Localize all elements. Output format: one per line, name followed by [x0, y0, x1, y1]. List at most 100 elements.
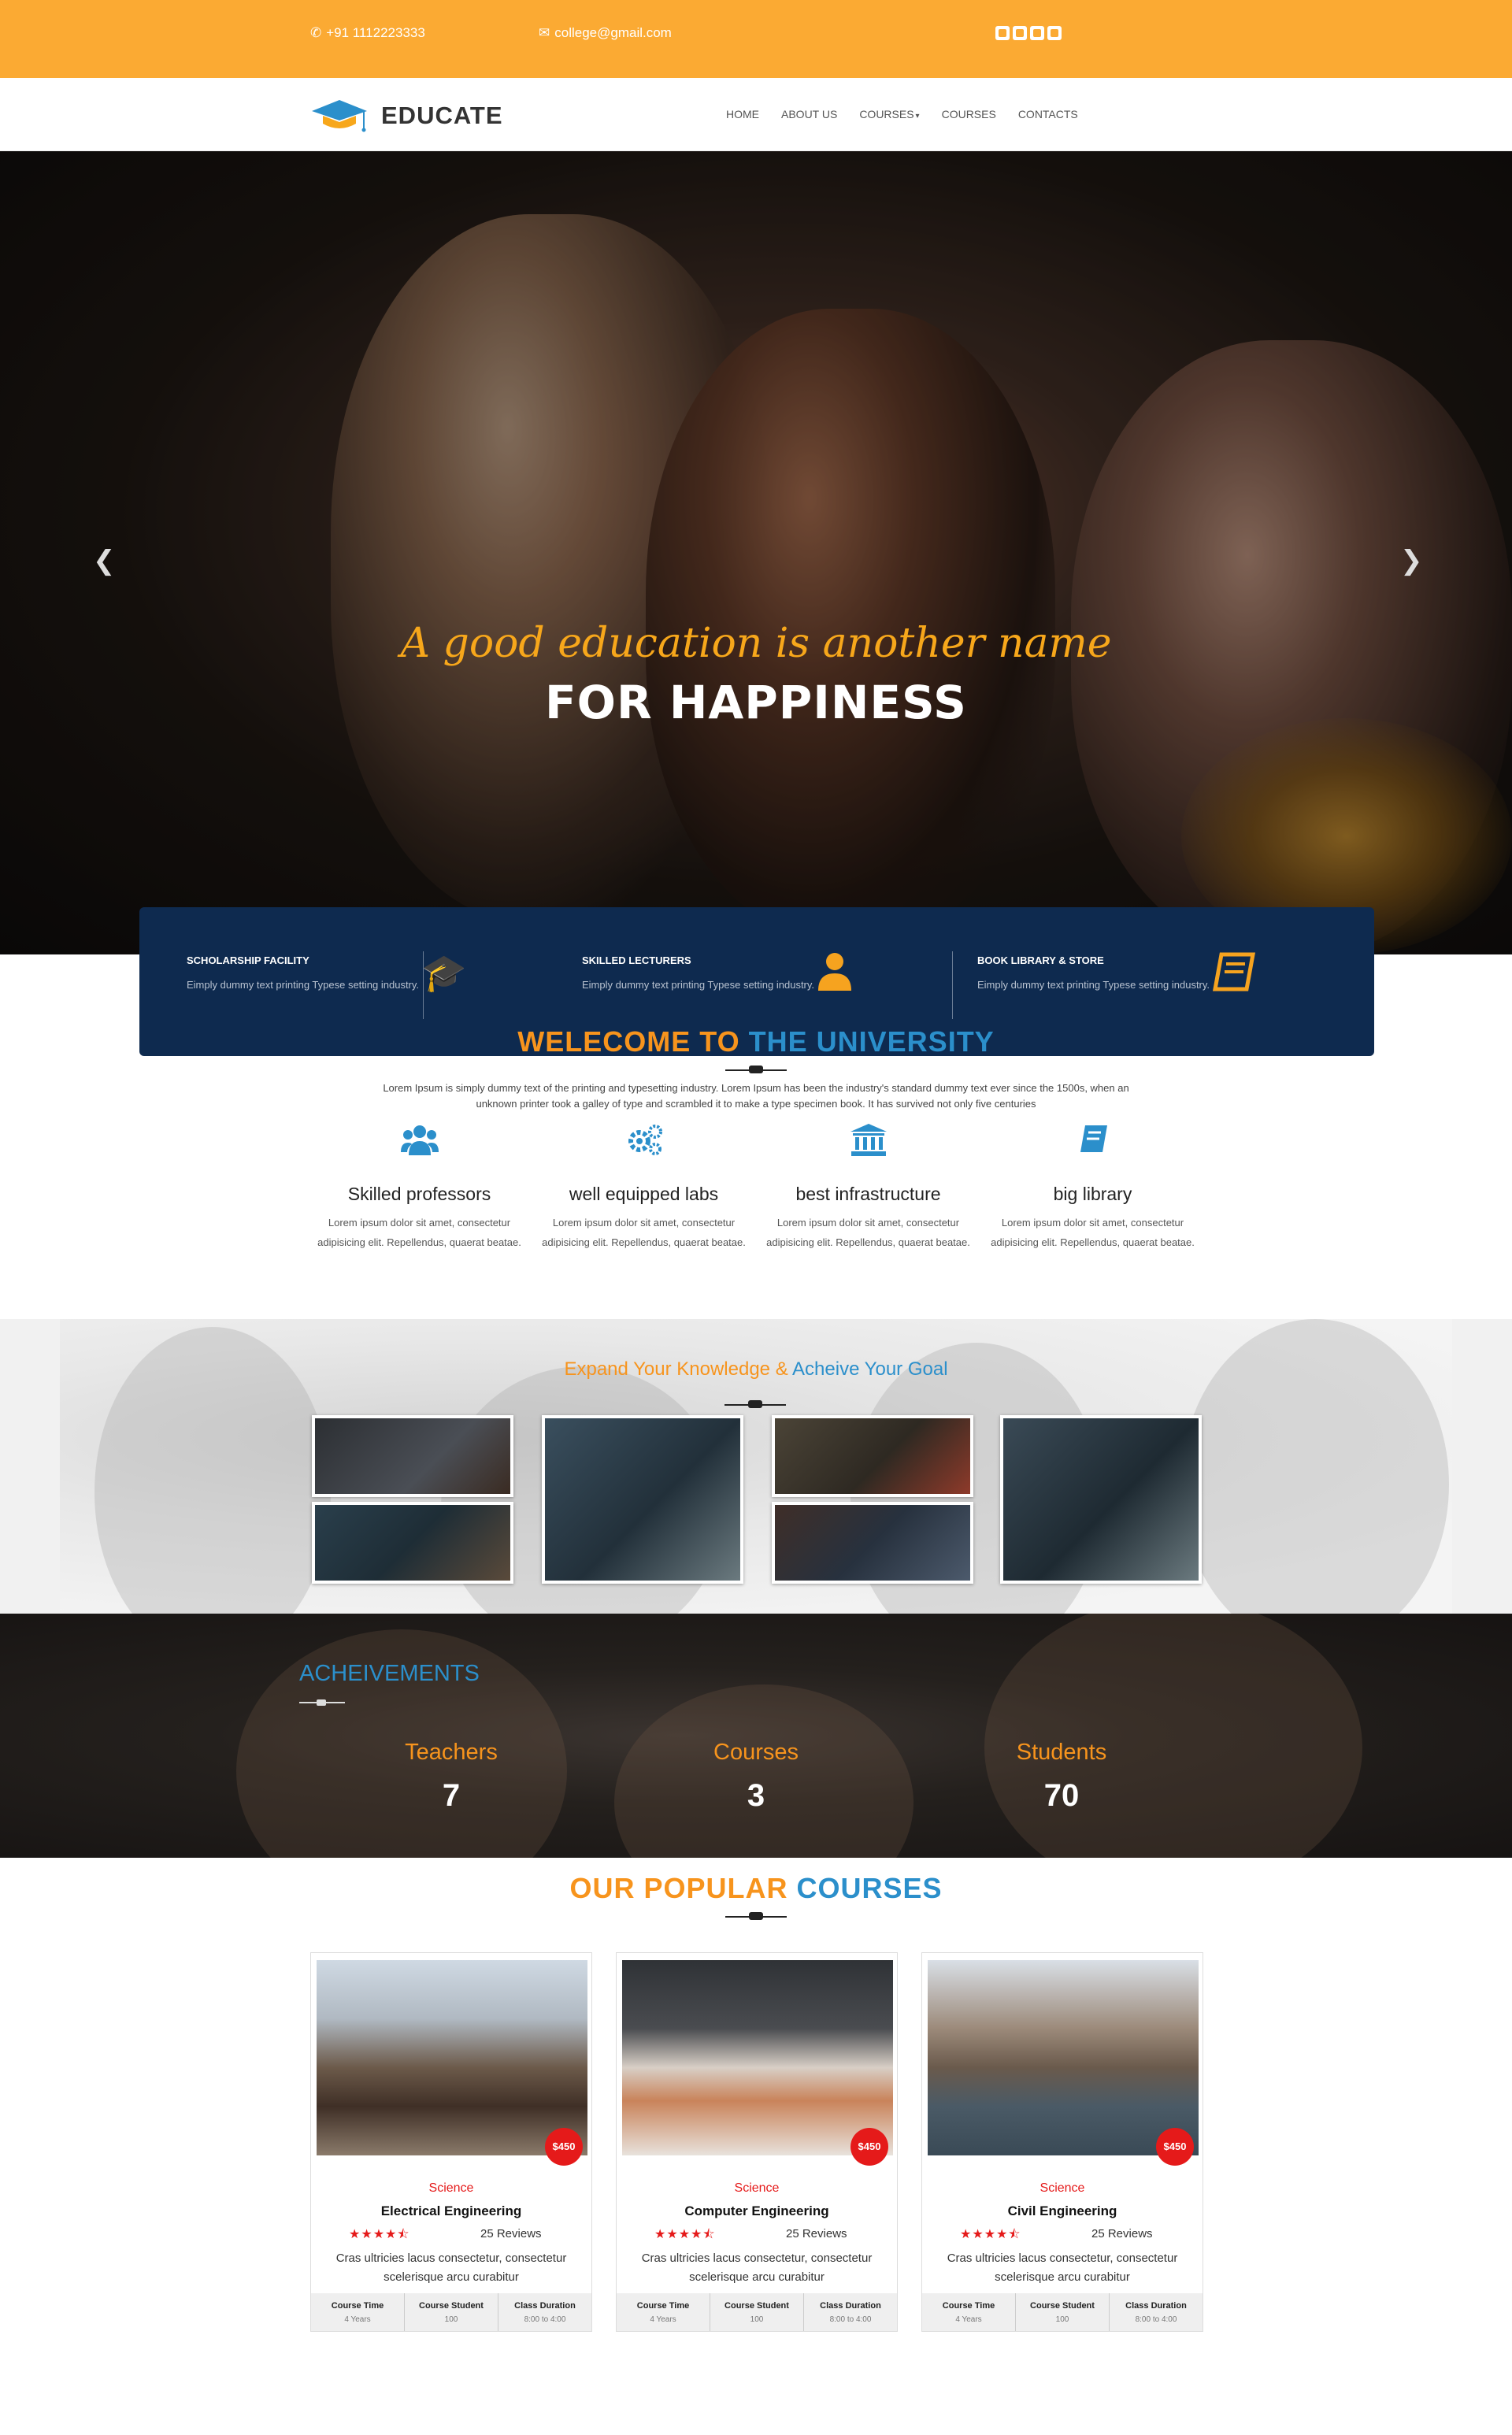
- pillar-labs: well equipped labs Lorem ipsum dolor sit…: [532, 1124, 756, 1252]
- pillar-title: big library: [1053, 1184, 1132, 1204]
- stat-label: Courses: [713, 1740, 799, 1765]
- gallery-thumbnail[interactable]: [312, 1502, 513, 1584]
- google-plus-icon[interactable]: [1013, 26, 1027, 40]
- meta-course-student: Course Student 100: [1016, 2293, 1110, 2331]
- nav-home[interactable]: HOME: [715, 108, 770, 120]
- email-address: college@gmail.com: [554, 25, 672, 40]
- institution-icon: [756, 1124, 980, 1163]
- meta-class-duration: Class Duration 8:00 to 4:00: [1125, 2301, 1187, 2324]
- review-count: 25 Reviews: [1091, 2227, 1153, 2240]
- carousel-prev-icon[interactable]: ❮: [93, 545, 116, 576]
- main-navbar: EDUCATE HOME ABOUT US COURSES COURSES CO…: [0, 78, 1512, 151]
- pillar-infrastructure: best infrastructure Lorem ipsum dolor si…: [756, 1124, 980, 1252]
- brand-logo[interactable]: EDUCATE: [310, 98, 503, 133]
- title-part-a: WELECOME TO: [517, 1025, 740, 1058]
- nav-courses-dropdown[interactable]: COURSES: [848, 108, 930, 120]
- hero-carousel: ❮ ❯ A good education is another name FOR…: [0, 151, 1512, 954]
- stat-label: Teachers: [405, 1740, 498, 1765]
- youtube-icon[interactable]: [1047, 26, 1062, 40]
- price-badge: $450: [545, 2128, 583, 2166]
- meta-course-time: Course Time 4 Years: [617, 2293, 710, 2331]
- gallery-thumbnail[interactable]: [772, 1502, 973, 1584]
- star-rating-icon: ★★★★⯪: [349, 2226, 410, 2241]
- course-meta: Course Time 4 Years Course Student 100 Cla…: [311, 2293, 591, 2331]
- gallery-section: Expand Your Knowledge & Acheive Your Goa…: [0, 1319, 1512, 1614]
- stat-label: Students: [1016, 1740, 1107, 1765]
- phone-icon: ✆: [310, 25, 322, 40]
- nav-contacts[interactable]: CONTACTS: [1007, 108, 1089, 120]
- brand-name: EDUCATE: [381, 102, 503, 129]
- course-name[interactable]: Computer Engineering: [617, 2203, 897, 2219]
- gallery-thumbnail[interactable]: [1000, 1415, 1202, 1584]
- cap-divider-icon: [299, 1699, 345, 1707]
- meta-course-student: Course Student 100: [405, 2293, 498, 2331]
- book-icon: [980, 1124, 1205, 1163]
- carousel-next-icon[interactable]: ❯: [1400, 545, 1423, 576]
- nav-about-us[interactable]: ABOUT US: [770, 108, 848, 120]
- course-category[interactable]: Science: [617, 2181, 897, 2196]
- star-rating-icon: ★★★★⯪: [960, 2226, 1021, 2241]
- gallery-thumbnail[interactable]: [542, 1415, 743, 1584]
- gallery-thumbnail[interactable]: [312, 1415, 513, 1497]
- stat-value: 70: [1043, 1778, 1080, 1813]
- background-figure: [984, 1614, 1362, 1858]
- course-name[interactable]: Civil Engineering: [922, 2203, 1203, 2219]
- welcome-section: WELECOME TO THE UNIVERSITY Lorem Ipsum i…: [0, 954, 1512, 1319]
- pillar-title: Skilled professors: [347, 1184, 491, 1204]
- course-image[interactable]: [622, 1960, 893, 2155]
- course-image[interactable]: [928, 1960, 1199, 2155]
- course-name[interactable]: Electrical Engineering: [311, 2203, 591, 2219]
- course-card[interactable]: $450 Science Computer Engineering ★★★★⯪ …: [616, 1952, 898, 2332]
- star-rating-icon: ★★★★⯪: [654, 2226, 716, 2241]
- achievements-section: ACHEIVEMENTS Teachers 7 Courses 3 Studen…: [0, 1614, 1512, 1858]
- nav-menu: HOME ABOUT US COURSES COURSES CONTACTS: [715, 108, 1089, 120]
- meta-course-time: Course Time 4 Years: [311, 2293, 405, 2331]
- facebook-icon[interactable]: [1030, 26, 1044, 40]
- hero-headline: FOR HAPPINESS: [545, 676, 967, 729]
- nav-courses[interactable]: COURSES: [931, 108, 1007, 120]
- meta-class-duration: Class Duration 8:00 to 4:00: [820, 2301, 881, 2324]
- stat-value: 3: [747, 1778, 765, 1813]
- course-card[interactable]: $450 Science Civil Engineering ★★★★⯪ 25 …: [921, 1952, 1203, 2332]
- title-part-a: OUR POPULAR: [569, 1872, 788, 1904]
- review-count: 25 Reviews: [786, 2227, 847, 2240]
- email-contact[interactable]: ✉ college@gmail.com: [539, 25, 672, 41]
- stat-courses: Courses 3: [638, 1740, 874, 1814]
- pillar-library: big library Lorem ipsum dolor sit amet, …: [980, 1124, 1205, 1252]
- pillar-title: best infrastructure: [795, 1184, 941, 1204]
- title-part-b: COURSES: [796, 1872, 943, 1904]
- course-card[interactable]: $450 Science Electrical Engineering ★★★★…: [310, 1952, 592, 2332]
- gallery-title: Expand Your Knowledge & Acheive Your Goa…: [0, 1358, 1512, 1381]
- section-title: WELECOME TO THE UNIVERSITY: [0, 954, 1512, 1058]
- title-part-b: THE UNIVERSITY: [748, 1025, 995, 1058]
- cap-divider-icon: [724, 1399, 786, 1410]
- pillar-text: Lorem ipsum dolor sit amet, consectetur …: [766, 1217, 970, 1248]
- graduation-cap-logo-icon: [310, 98, 369, 133]
- gallery-title-a: Expand Your Knowledge &: [564, 1358, 788, 1380]
- twitter-icon[interactable]: [995, 26, 1010, 40]
- price-badge: $450: [1156, 2128, 1194, 2166]
- pillar-text: Lorem ipsum dolor sit amet, consectetur …: [317, 1217, 521, 1248]
- stat-students: Students 70: [943, 1740, 1180, 1814]
- course-category[interactable]: Science: [922, 2181, 1203, 2196]
- price-badge: $450: [850, 2128, 888, 2166]
- hero-overlay: [0, 151, 1512, 954]
- hero-script-line: A good education is another name: [400, 620, 1112, 667]
- section-title: OUR POPULAR COURSES: [0, 1858, 1512, 1905]
- meta-course-time: Course Time 4 Years: [922, 2293, 1016, 2331]
- achievements-title: ACHEIVEMENTS: [299, 1661, 480, 1686]
- pillar-title: well equipped labs: [569, 1184, 719, 1204]
- course-description: Cras ultricies lacus consectetur, consec…: [641, 2252, 873, 2284]
- pillar-professors: Skilled professors Lorem ipsum dolor sit…: [307, 1124, 532, 1252]
- gallery-thumbnail[interactable]: [772, 1415, 973, 1497]
- stat-value: 7: [442, 1778, 461, 1813]
- course-category[interactable]: Science: [311, 2181, 591, 2196]
- course-image[interactable]: [317, 1960, 587, 2155]
- phone-contact[interactable]: ✆ +91 1112223333: [310, 25, 425, 41]
- course-description: Cras ultricies lacus consectetur, consec…: [947, 2252, 1178, 2284]
- users-icon: [307, 1124, 532, 1163]
- cogs-icon: [532, 1124, 756, 1163]
- envelope-icon: ✉: [539, 25, 550, 40]
- cap-divider-icon: [725, 1065, 787, 1076]
- course-description: Cras ultricies lacus consectetur, consec…: [335, 2252, 567, 2284]
